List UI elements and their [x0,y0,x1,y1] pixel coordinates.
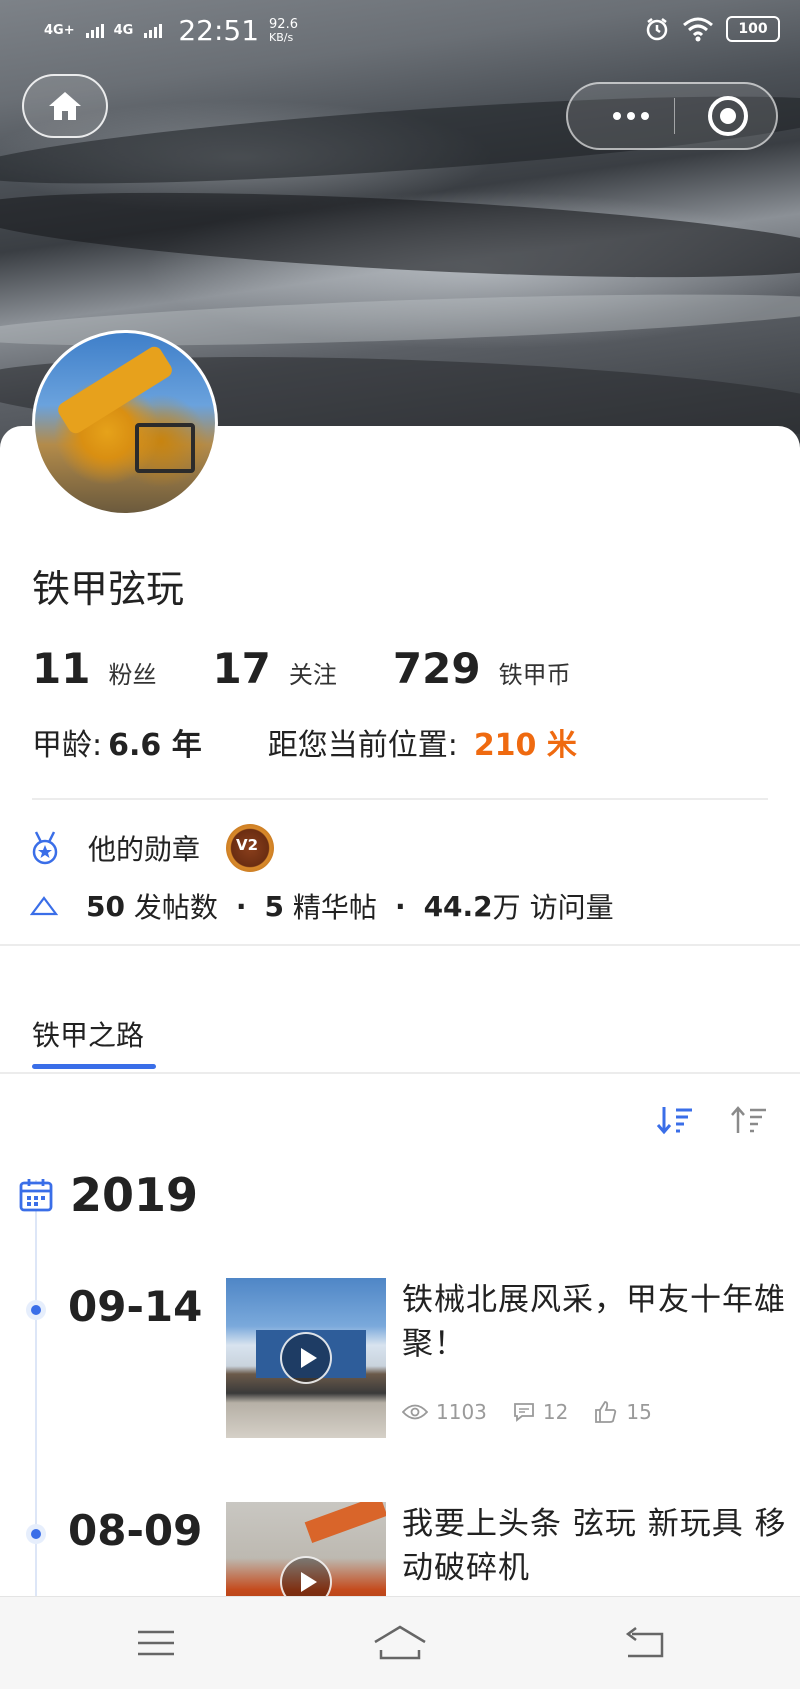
entry-title[interactable]: 我要上头条 弦玩 新玩具 移动破碎机 [402,1502,788,1590]
home-icon [49,92,81,120]
network-label-2: 4G [113,23,134,38]
speed-value: 92.6 [269,16,298,32]
medals-label: 他的勋章 [88,833,201,866]
back-icon [625,1627,664,1658]
timeline-entry[interactable]: 09-14 铁械北展风采，甲友十年雄聚！ 1103 12 15 [0,1278,800,1448]
stat-value: 729 [392,644,481,693]
timeline-dot [26,1524,46,1544]
distance-value: 210 米 [473,728,577,763]
more-button[interactable] [596,84,666,148]
likes-count: 15 [626,1400,652,1424]
tab-divider [0,1072,800,1074]
stats-row: 11 粉丝 17 关注 729 铁甲币 [32,644,627,693]
home-nav-button[interactable] [372,1617,428,1669]
stat-label: 粉丝 [108,661,157,689]
medal-badge[interactable]: V2 [226,824,275,872]
home-nav-icon [374,1625,426,1660]
clock: 22:51 [178,14,260,47]
play-icon[interactable] [280,1332,332,1384]
menu-icon [138,1630,174,1656]
menu-button[interactable] [128,1617,184,1669]
system-nav-bar [0,1596,800,1689]
alarm-icon [646,18,668,41]
stat-fans[interactable]: 11 粉丝 [32,644,156,693]
posts-count: 50 [86,889,125,923]
stat-coins[interactable]: 729 铁甲币 [393,644,571,693]
network-label-1: 4G+ [44,23,75,38]
video-thumbnail[interactable] [226,1278,386,1438]
battery-indicator: 100 [726,16,780,42]
entry-metrics: 1103 12 15 [402,1400,678,1424]
sort-desc-icon[interactable] [656,1104,694,1136]
avatar[interactable] [32,330,218,516]
username: 铁甲弦玩 [32,567,185,611]
eye-icon [402,1404,428,1420]
more-icon [613,112,649,120]
stat-value: 11 [32,644,91,693]
age-label: 甲龄: [32,728,103,763]
stat-label: 关注 [288,661,337,689]
network-speed: 92.6 KB/s [269,18,298,44]
medals-row[interactable]: 他的勋章 V2 [30,820,275,876]
entry-date: 09-14 [68,1282,203,1331]
speed-unit: KB/s [269,30,294,44]
comments-count: 12 [542,1400,569,1424]
tab-iron-road[interactable]: 铁甲之路 [32,1014,144,1054]
timeline-dot [26,1300,46,1320]
stat-value: 17 [212,644,271,693]
signal-icon-2 [144,23,163,38]
signal-icon [85,23,104,38]
year-header: 2019 [18,1168,198,1222]
visits-unit: 万 [492,891,521,924]
views-count: 1103 [436,1400,487,1424]
stat-following[interactable]: 17 关注 [212,644,336,693]
tab-indicator [32,1064,156,1069]
visits-label: 访问量 [529,891,614,924]
divider [32,798,768,800]
featured-label: 精华帖 [292,891,377,924]
year-label: 2019 [70,1168,199,1222]
section-divider [0,944,800,946]
featured-count: 5 [264,889,285,923]
back-button[interactable] [616,1617,672,1669]
distance-label: 距您当前位置: [267,728,458,763]
miniprogram-capsule [566,82,778,150]
triangle-icon [30,896,58,916]
entry-title[interactable]: 铁械北展风采，甲友十年雄聚！ [402,1278,788,1366]
badge-text: V2 [236,836,259,854]
home-button[interactable] [22,74,108,138]
age-value: 6.6 年 [108,728,202,763]
meta-row: 甲龄: 6.6 年 距您当前位置: 210 米 [32,720,577,764]
stat-label: 铁甲币 [498,661,571,689]
wifi-icon [683,17,713,42]
record-icon[interactable] [708,96,748,136]
calendar-icon [19,1179,53,1212]
entry-date: 08-09 [68,1506,203,1555]
comment-icon [514,1403,534,1422]
posts-label: 发帖数 [133,891,218,924]
medal-icon [32,831,58,865]
thumb-up-icon [595,1401,617,1423]
status-bar: 4G+ 4G 22:51 92.6 KB/s 100 [0,0,800,64]
sort-asc-icon[interactable] [730,1104,768,1136]
posts-summary: 50 发帖数 · 5 精华帖 · 44.2 万 访问量 [30,878,614,934]
visits-count: 44.2 [423,889,493,923]
